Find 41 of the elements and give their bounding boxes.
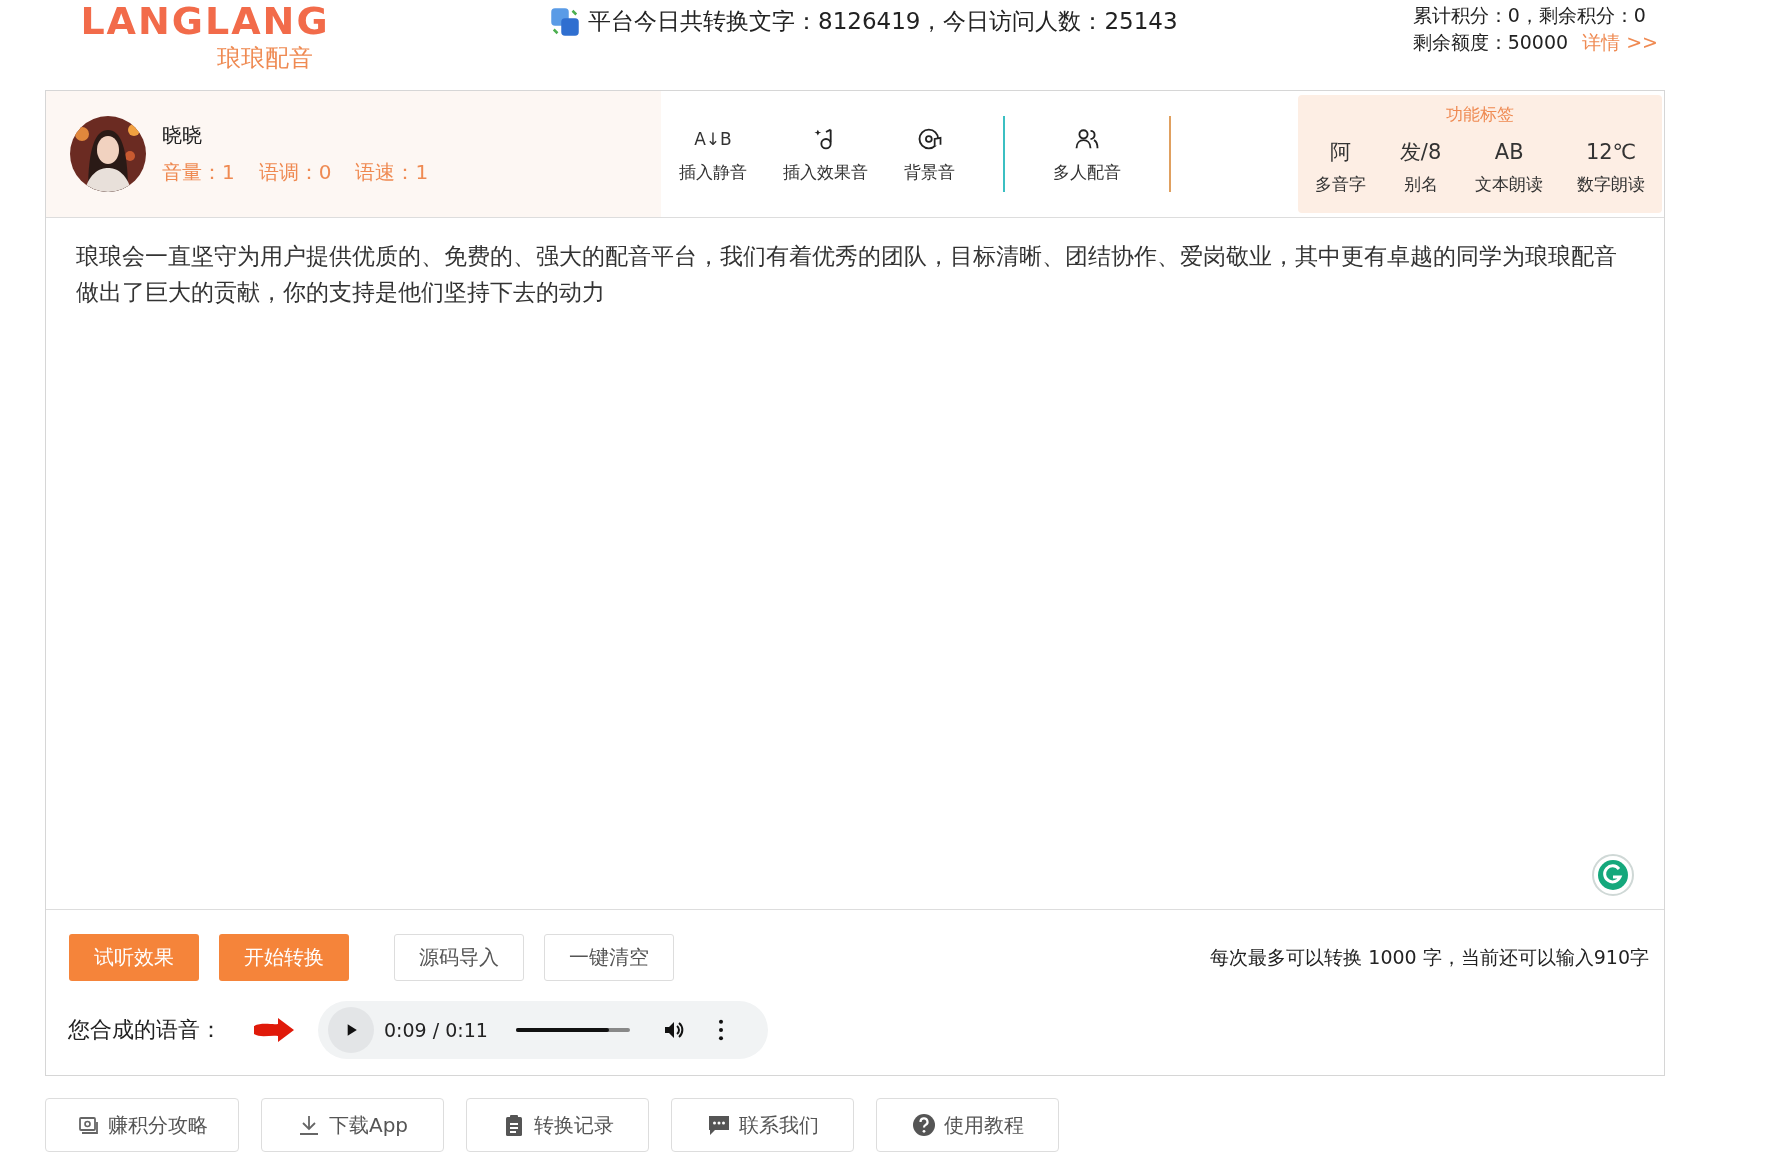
tag-glyph: 阿 [1329,139,1351,166]
voice-name: 晓晓 [162,122,203,149]
footer-link[interactable]: 赚积分攻略 [45,1098,239,1152]
more-button[interactable] [718,1019,724,1041]
tag-glyph: 发/8 [1399,139,1442,166]
voice-param: 音量：1 [162,159,235,186]
tool-button[interactable]: 插入效果音 [765,124,886,184]
progress-track[interactable] [516,1028,630,1032]
tags-title: 功能标签 [1446,103,1514,126]
time-text: 0:09 / 0:11 [384,1019,489,1041]
tool-button[interactable]: A↓B 插入静音 [661,124,765,184]
footer-link[interactable]: 使用教程 [876,1098,1059,1152]
footer-link[interactable]: 联系我们 [671,1098,854,1152]
tag-glyph: AB [1494,139,1524,166]
tag-button[interactable]: AB 文本朗读 [1469,136,1550,197]
more-icon [718,1019,724,1041]
logo-subtitle: 琅琅配音 [217,43,313,74]
tag-button[interactable]: 发/8 别名 [1393,136,1448,197]
arrow-icon [252,1016,296,1044]
stats-text: 平台今日共转换文字：8126419，今日访问人数：25143 [588,7,1178,36]
voice-param: 语调：0 [258,159,332,186]
footer-link[interactable]: 下载App [261,1098,444,1152]
output-label: 您合成的语音： [68,1016,223,1044]
chat-icon [706,1113,731,1137]
assistant-icon [1592,854,1634,896]
points-text: 累计积分：0，剩余积分：0 [1412,3,1647,28]
quota-text: 剩余额度：50000 [1412,31,1569,53]
footer-link[interactable]: 转换记录 [466,1098,649,1152]
limit-note: 每次最多可以转换 1000 字，当前还可以输入910字 [1210,944,1649,970]
help-icon [911,1113,936,1137]
tag-button[interactable]: 12℃ 数字朗读 [1571,136,1652,197]
tool-button[interactable]: 多人配音 [1035,124,1139,184]
action-button[interactable]: 源码导入 [394,934,524,981]
voice-param: 语速：1 [355,159,429,186]
tool-button[interactable]: 背景音 [886,124,973,184]
action-button[interactable]: 一键清空 [544,934,674,981]
tool-glyph: A↓B [694,127,732,151]
tag-glyph: 12℃ [1585,139,1637,166]
logo-text: LANGLANG [80,2,330,40]
tag-button[interactable]: 阿 多音字 [1308,136,1372,197]
play-button[interactable] [328,1007,374,1053]
